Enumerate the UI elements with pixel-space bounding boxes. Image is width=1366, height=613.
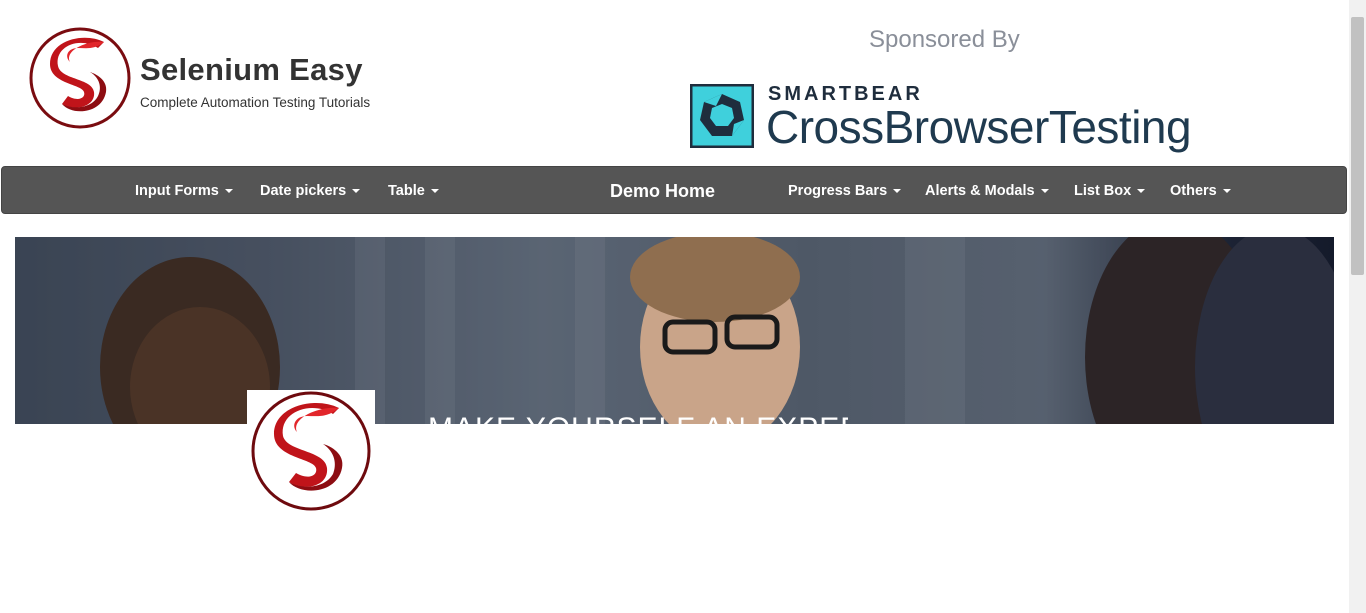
vertical-scrollbar[interactable] xyxy=(1349,0,1366,613)
hero-headline: MAKE YOURSELF AN EXPERT xyxy=(428,412,848,424)
caret-down-icon xyxy=(352,189,361,194)
nav-input-forms-label: Input Forms xyxy=(135,183,219,199)
nav-demo-home-label: Demo Home xyxy=(610,181,716,201)
hero-banner xyxy=(15,237,1334,424)
page: Selenium Easy Complete Automation Testin… xyxy=(0,0,1366,613)
hero-logo-card xyxy=(247,390,375,512)
nav-table[interactable]: Table xyxy=(388,167,439,215)
brand-title[interactable]: Selenium Easy xyxy=(140,52,363,88)
nav-date-pickers-label: Date pickers xyxy=(260,183,347,199)
caret-down-icon xyxy=(1137,189,1146,194)
hero-headline-wrap: MAKE YOURSELF AN EXPERT xyxy=(428,408,848,424)
nav-progress-bars-label: Progress Bars xyxy=(788,183,888,199)
caret-down-icon xyxy=(224,189,233,194)
nav-list-box-label: List Box xyxy=(1074,183,1132,199)
nav-demo-home[interactable]: Demo Home xyxy=(610,167,715,215)
nav-list-box[interactable]: List Box xyxy=(1074,167,1146,215)
caret-down-icon xyxy=(1222,189,1231,194)
nav-alerts-modals-label: Alerts & Modals xyxy=(925,183,1035,199)
nav-others[interactable]: Others xyxy=(1170,167,1231,215)
caret-down-icon xyxy=(1040,189,1049,194)
nav-date-pickers[interactable]: Date pickers xyxy=(260,167,361,215)
crossbrowsertesting-logo[interactable] xyxy=(690,84,754,148)
scrollbar-thumb[interactable] xyxy=(1351,17,1364,275)
nav-table-label: Table xyxy=(388,183,425,199)
nav-progress-bars[interactable]: Progress Bars xyxy=(788,167,902,215)
selenium-easy-logo xyxy=(251,391,371,511)
selenium-easy-logo[interactable] xyxy=(28,26,132,130)
main-navbar: Input Forms Date pickers Table Demo Home… xyxy=(1,166,1347,214)
hero-people-image xyxy=(100,237,1334,424)
nav-input-forms[interactable]: Input Forms xyxy=(135,167,233,215)
nav-alerts-modals[interactable]: Alerts & Modals xyxy=(925,167,1049,215)
caret-down-icon xyxy=(893,189,902,194)
nav-others-label: Others xyxy=(1170,183,1217,199)
sponsored-by-label: Sponsored By xyxy=(869,26,1020,53)
caret-down-icon xyxy=(430,189,439,194)
site-brand[interactable]: Selenium Easy Complete Automation Testin… xyxy=(28,26,428,130)
brand-tagline: Complete Automation Testing Tutorials xyxy=(140,95,371,110)
sponsor-product-name[interactable]: CrossBrowserTesting xyxy=(766,100,1192,154)
